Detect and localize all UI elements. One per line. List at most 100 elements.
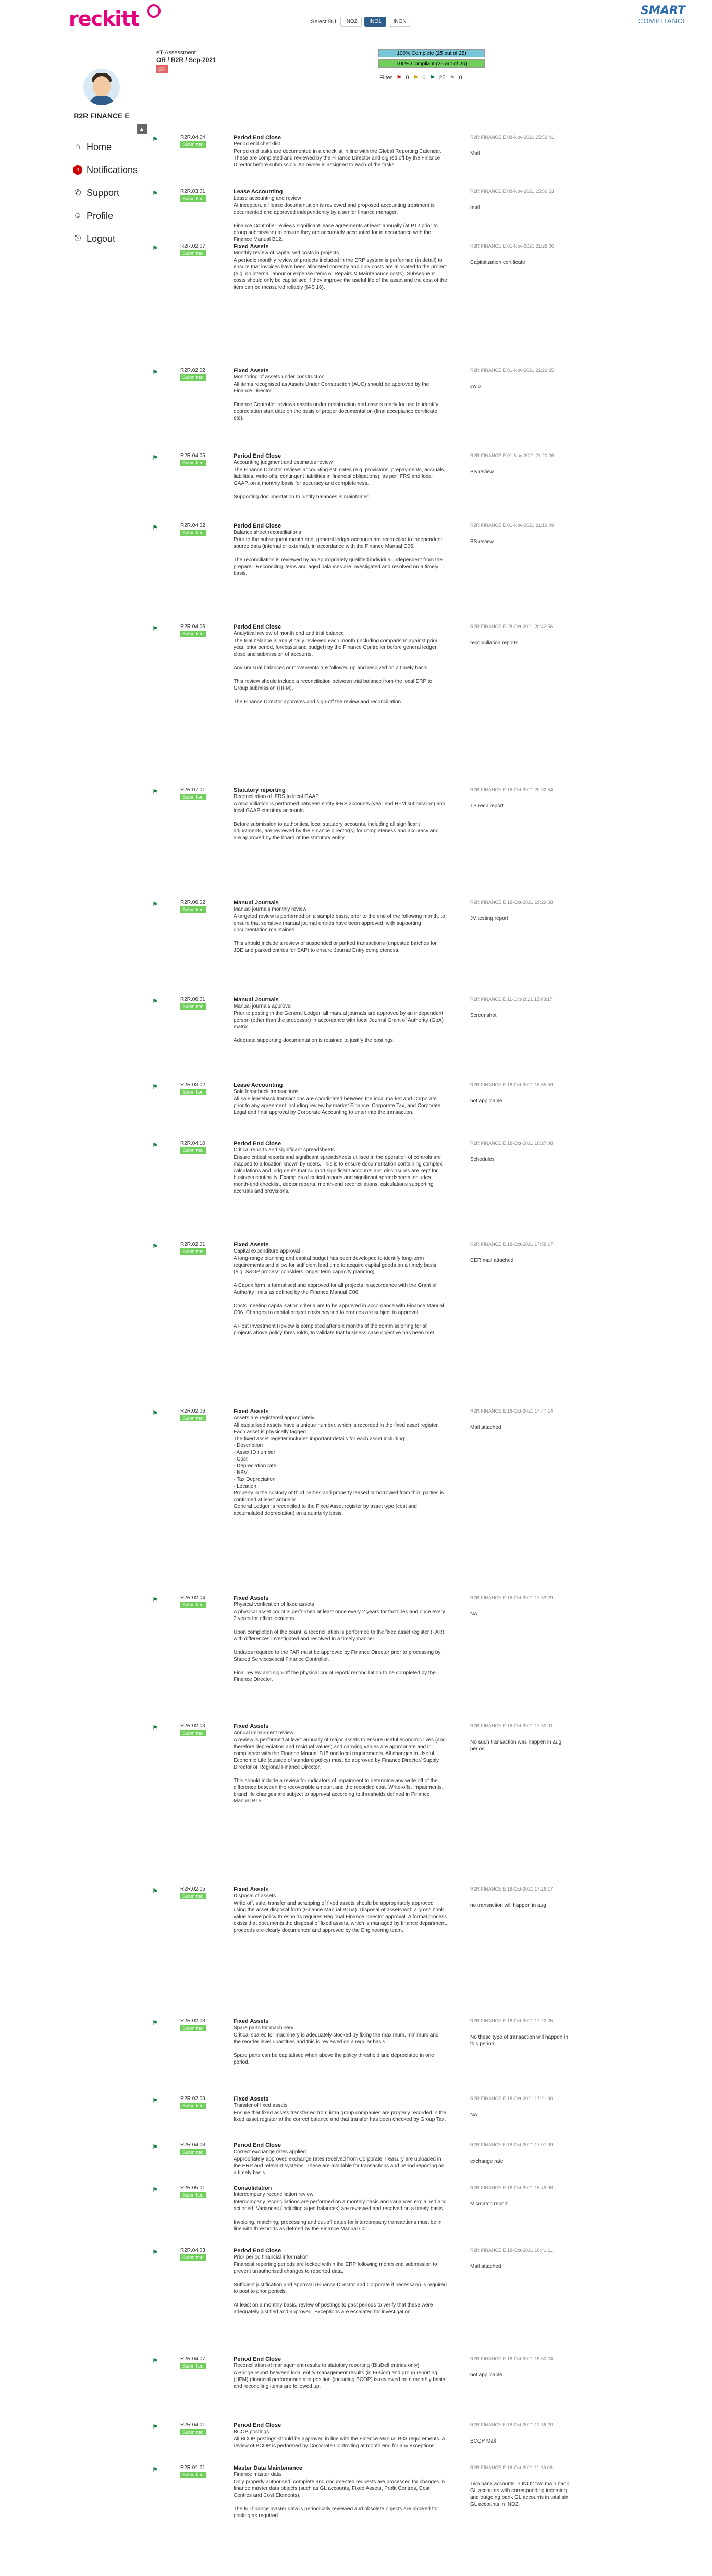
control-description: A review is performed at least annually … xyxy=(234,1737,446,1804)
control-description: All items recognised as Assets Under Con… xyxy=(234,382,438,421)
control-comment: BCOP Mail xyxy=(470,2438,496,2444)
control-subtitle: Sale leaseback transactions xyxy=(234,1089,299,1095)
status-badge: Submitted xyxy=(180,374,206,381)
user-name: R2R FINANCE E xyxy=(73,112,130,120)
nav-home[interactable]: ⌂ Home xyxy=(73,136,138,158)
submission-meta: R2R FINANCE E 18-Oct-2021 18:27:08 xyxy=(470,1140,553,1146)
control-title: Fixed Assets xyxy=(234,2018,269,2025)
green-flag-icon[interactable]: ⚑ xyxy=(152,1596,158,1603)
status-badge: Submitted xyxy=(180,1003,206,1010)
control-comment: No these type of transaction will happen… xyxy=(470,2034,568,2047)
control-description: A periodic monthly review of projects in… xyxy=(234,257,447,290)
green-flag-icon[interactable]: ⚑ xyxy=(152,901,158,908)
control-code: R2R.06.01 xyxy=(180,997,205,1002)
status-badge: Submitted xyxy=(180,2192,206,2198)
assessment-label: eT-Assessment: xyxy=(156,50,198,56)
grey-flag-icon[interactable]: ⚑ xyxy=(450,74,455,81)
control-comment: No such transaction was happen in aug pe… xyxy=(470,1739,562,1752)
submission-meta: R2R FINANCE E 18-Oct-2021 20:32:54 xyxy=(470,787,553,792)
green-flag-icon[interactable]: ⚑ xyxy=(152,2357,158,2364)
submission-meta: R2R FINANCE E 18-Oct-2021 17:26:17 xyxy=(470,1886,553,1892)
bu-label: Select BU: xyxy=(311,18,338,25)
yellow-flag-icon[interactable]: ⚑ xyxy=(413,74,418,81)
bu-option-inon[interactable]: INON xyxy=(388,17,411,27)
green-flag-icon[interactable]: ⚑ xyxy=(152,1724,158,1732)
green-flag-icon[interactable]: ⚑ xyxy=(152,625,158,632)
green-flag-icon[interactable]: ⚑ xyxy=(152,1083,158,1090)
sidebar-nav: ⌂ Home 3 Notifications ✆ Support ☺ Profile ⎋… xyxy=(73,136,138,250)
control-description: A Bridge report between local entity man… xyxy=(234,2370,445,2389)
control-comment: not applicable xyxy=(470,1098,502,1104)
control-subtitle: Manual journals monthly review xyxy=(234,906,307,912)
filter-bar: Filter ⚑ 0 ⚑ 0 ⚑ 25 ⚑ 0 xyxy=(379,74,462,81)
green-flag-icon[interactable]: ⚑ xyxy=(152,1142,158,1149)
control-code: R2R.02.03 xyxy=(180,1723,205,1729)
submission-meta: R2R FINANCE E 18-Oct-2021 17:47:14 xyxy=(470,1408,553,1414)
status-badge: Submitted xyxy=(180,1730,206,1736)
control-comment: NA xyxy=(470,1611,477,1617)
control-description: All capitalised assets have a unique num… xyxy=(234,1422,444,1516)
green-flag-icon[interactable]: ⚑ xyxy=(152,2097,158,2104)
control-subtitle: Annual impairment review xyxy=(234,1730,294,1736)
status-badge: Submitted xyxy=(180,2363,206,2369)
green-flag-icon[interactable]: ⚑ xyxy=(152,1409,158,1417)
control-title: Fixed Assets xyxy=(234,1886,269,1893)
submission-meta: R2R FINANCE E 18-Oct-2021 17:33:29 xyxy=(470,1595,553,1600)
smart-compliance-logo: SMART COMPLIANCE xyxy=(638,4,688,25)
control-subtitle: Balance sheet reconciliations xyxy=(234,530,301,535)
control-description: Intercompany reconciliations are perform… xyxy=(234,2199,447,2232)
submission-meta: R2R FINANCE E 18-Oct-2021 16:49:06 xyxy=(470,2185,553,2190)
control-code: R2R.02.09 xyxy=(180,2096,205,2102)
nav-notifications[interactable]: 3 Notifications xyxy=(73,158,138,181)
control-comment: no transaction will happen in aug xyxy=(470,1903,546,1908)
control-subtitle: Correct exchange rates applied xyxy=(234,2149,306,2155)
green-flag-icon[interactable]: ⚑ xyxy=(152,2249,158,2256)
control-subtitle: BCOP postings xyxy=(234,2429,269,2435)
green-flag-icon[interactable]: ⚑ xyxy=(152,244,158,252)
nav-support[interactable]: ✆ Support xyxy=(73,181,138,204)
green-flag-icon[interactable]: ⚑ xyxy=(152,2186,158,2193)
green-flag-icon[interactable]: ⚑ xyxy=(152,524,158,531)
status-badge: Submitted xyxy=(180,631,206,637)
green-flag-icon[interactable]: ⚑ xyxy=(152,1243,158,1250)
submission-meta: R2R FINANCE E 18-Oct-2021 19:29:58 xyxy=(470,900,553,905)
control-description: All sale leaseback transactions are coor… xyxy=(234,1096,441,1115)
green-flag-icon[interactable]: ⚑ xyxy=(152,998,158,1005)
green-flag-icon[interactable]: ⚑ xyxy=(152,788,158,795)
status-badge: Submitted xyxy=(180,794,206,800)
bell-icon: 3 xyxy=(73,165,82,175)
bu-option-ino2[interactable]: INO2 xyxy=(340,17,362,27)
control-code: R2R.02.07 xyxy=(180,243,205,249)
green-flag-icon[interactable]: ⚑ xyxy=(429,74,435,81)
control-description: Prior to posting in the General Ledger, … xyxy=(234,1011,444,1044)
bu-option-ino1[interactable]: INO1 xyxy=(364,17,386,27)
control-subtitle: Disposal of assets xyxy=(234,1893,276,1899)
submission-meta: R2R FINANCE E 18-Oct-2021 12:36:20 xyxy=(470,2422,553,2427)
green-flag-icon[interactable]: ⚑ xyxy=(152,369,158,376)
control-code: R2R.04.07 xyxy=(180,2356,205,2362)
green-flag-icon[interactable]: ⚑ xyxy=(152,2019,158,2027)
green-flag-icon[interactable]: ⚑ xyxy=(152,136,158,143)
scroll-up-button[interactable]: ▲ xyxy=(137,124,147,134)
status-badge: Submitted xyxy=(180,1415,206,1421)
control-title: Period End Close xyxy=(234,2248,281,2254)
control-code: R2R.04.05 xyxy=(180,453,205,459)
red-flag-icon[interactable]: ⚑ xyxy=(396,74,401,81)
nav-logout[interactable]: ⎋ Logout xyxy=(73,227,138,250)
control-description: At inception, all lease documentation is… xyxy=(234,203,438,242)
control-code: R2R.01.01 xyxy=(180,2465,205,2471)
green-flag-icon[interactable]: ⚑ xyxy=(152,1887,158,1895)
control-subtitle: Reconciliation of IFRS to local GAAP xyxy=(234,794,319,800)
control-subtitle: Monthly review of capitalised costs in p… xyxy=(234,250,339,256)
control-subtitle: Monitoring of assets under construction xyxy=(234,374,325,380)
control-title: Fixed Assets xyxy=(234,1595,269,1601)
control-title: Fixed Assets xyxy=(234,1408,269,1415)
control-title: Period End Close xyxy=(234,453,281,459)
green-flag-icon[interactable]: ⚑ xyxy=(152,2423,158,2431)
nav-profile[interactable]: ☺ Profile xyxy=(73,204,138,227)
green-flag-icon[interactable]: ⚑ xyxy=(152,2143,158,2151)
green-flag-icon[interactable]: ⚑ xyxy=(152,454,158,461)
green-flag-icon[interactable]: ⚑ xyxy=(152,2466,158,2473)
green-flag-icon[interactable]: ⚑ xyxy=(152,190,158,197)
control-description: Ensure that fixed assets transferred fro… xyxy=(234,2110,446,2123)
